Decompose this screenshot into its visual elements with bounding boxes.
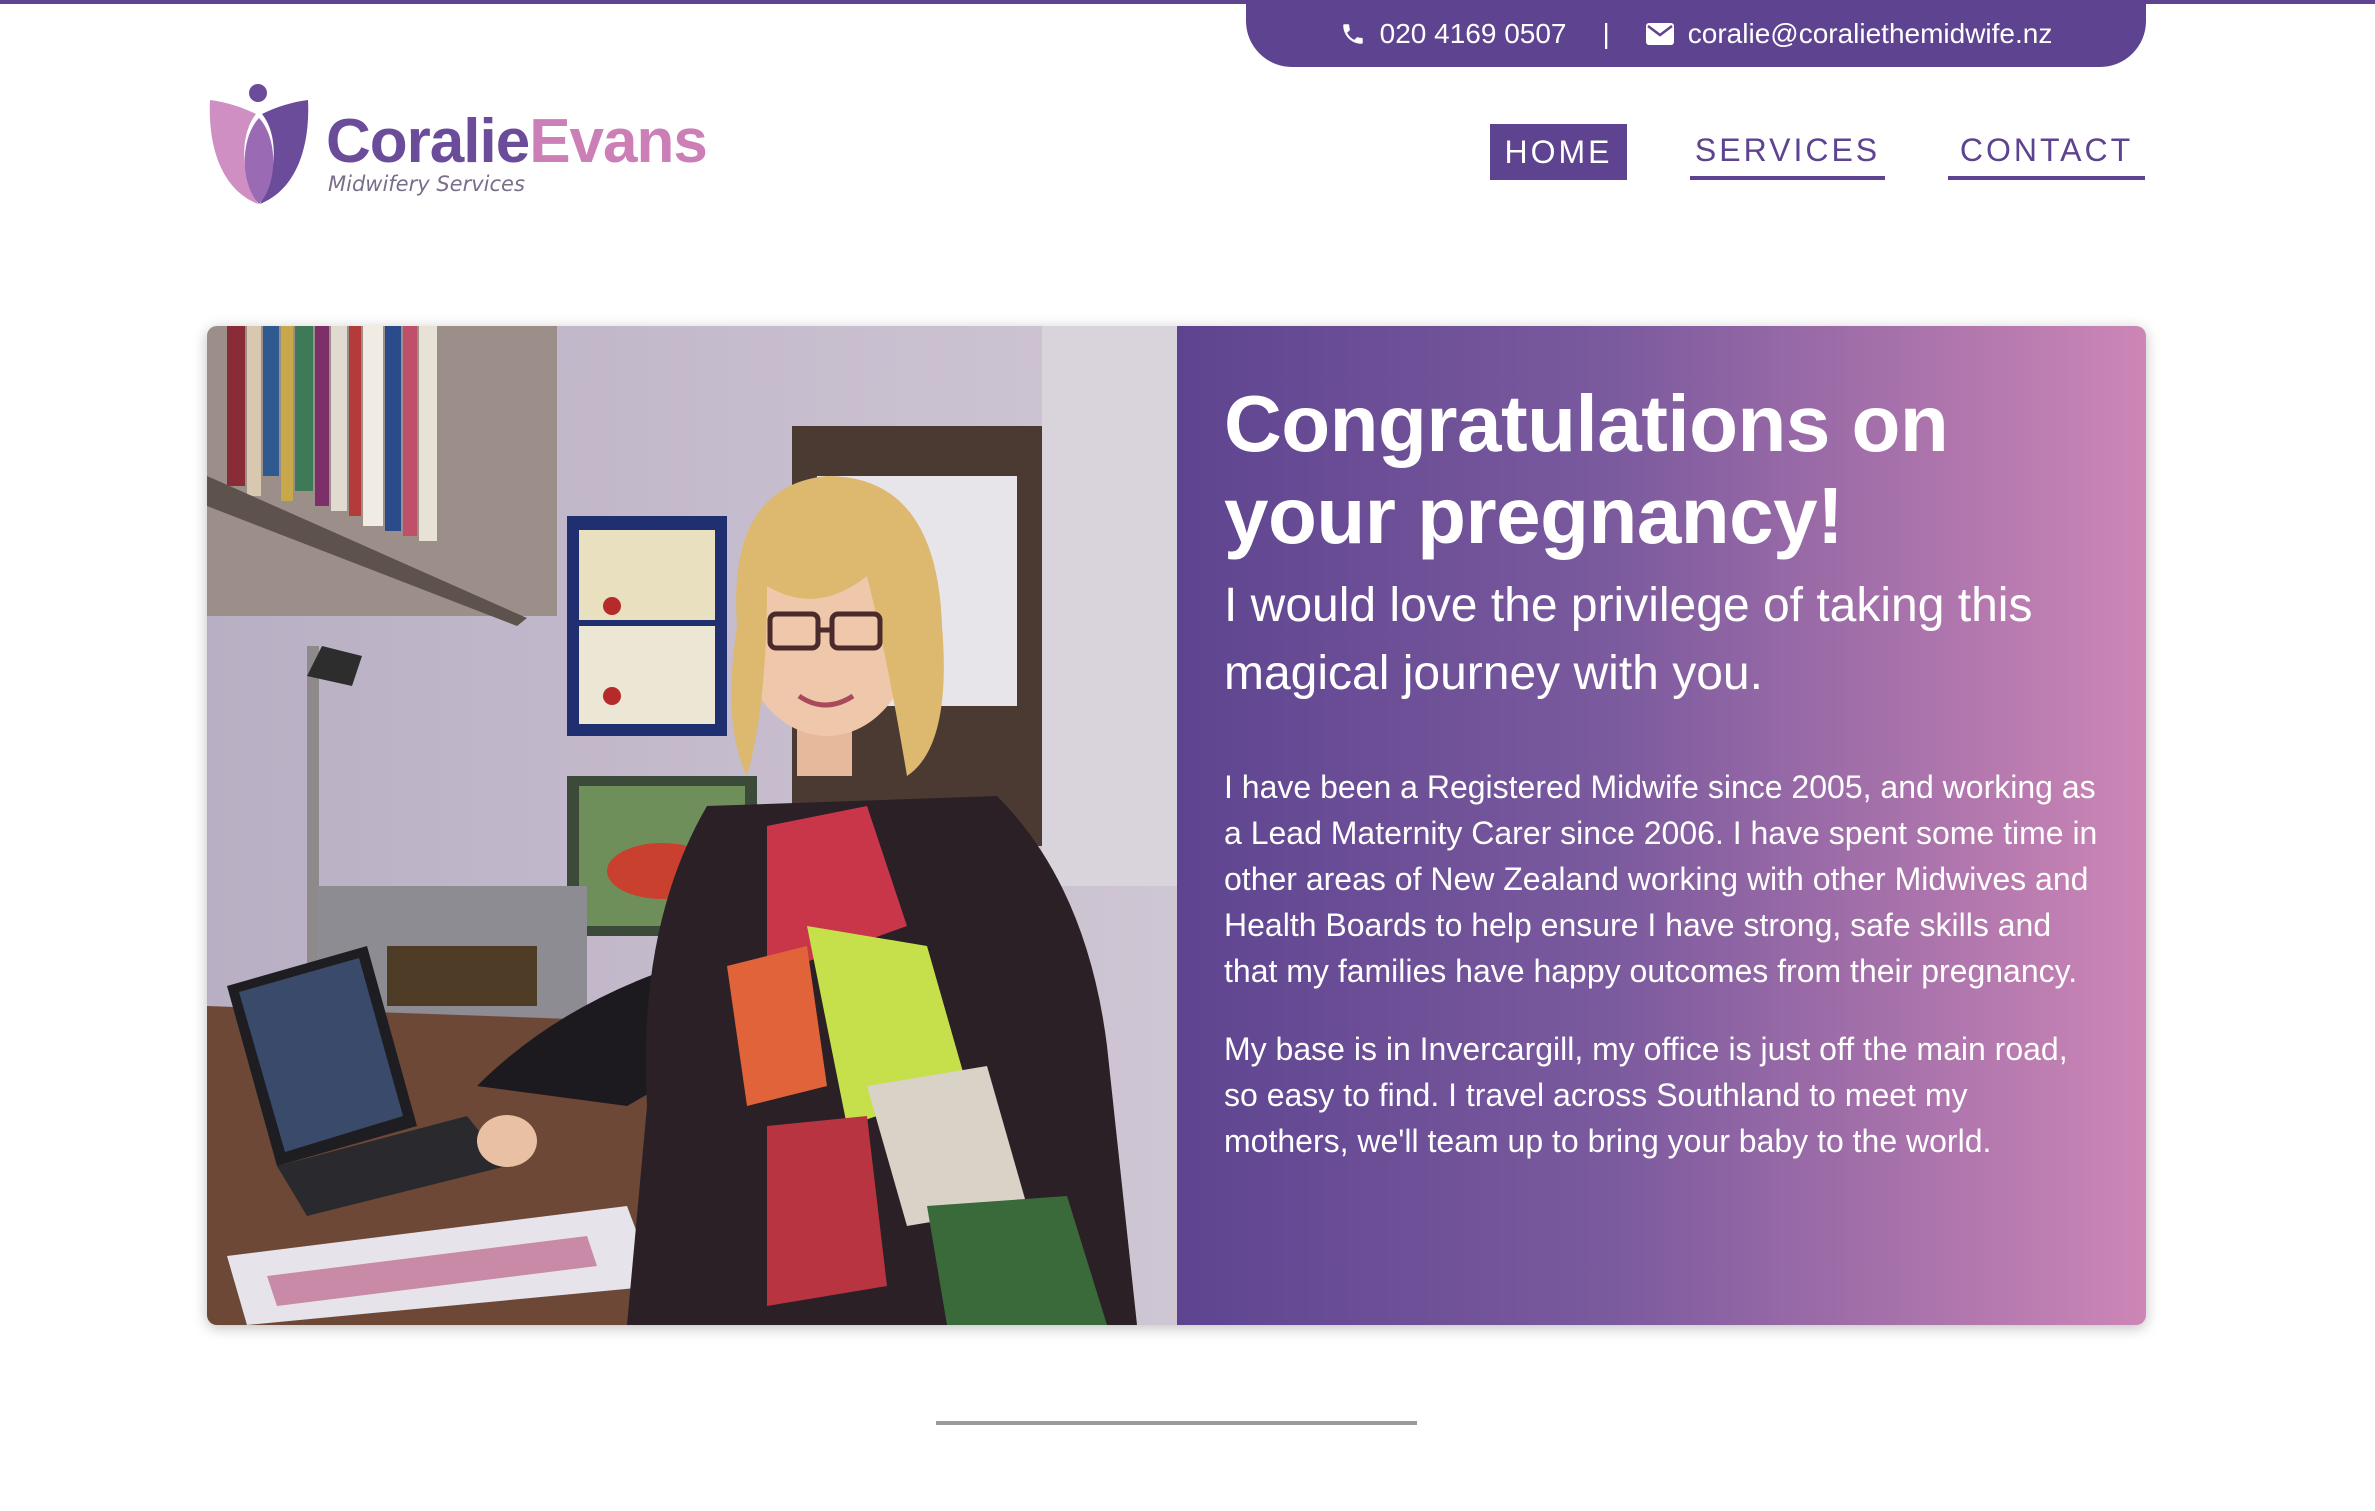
hero-title: Congratulations on your pregnancy! [1224,379,1949,560]
phone-link[interactable]: 020 4169 0507 [1340,18,1567,50]
logo-last-name: Evans [529,107,708,176]
tulip-logo-icon [209,84,309,204]
envelope-icon [1645,22,1674,45]
intro-paragraph-2: My base is in Invercargill, my office is… [1224,1031,2068,1159]
email-address: coralie@coraliethemidwife.nz [1687,17,2053,49]
logo-first-name: Coralie [326,107,530,176]
hero-subtitle: I would love the privilege of taking thi… [1224,579,2033,700]
midwife-office-photo [207,326,1177,1325]
contact-bar: 020 4169 0507 | coralie@coraliethemidwif… [1246,0,2146,67]
phone-number: 020 4169 0507 [1379,17,1567,49]
logo-tagline: Midwifery Services [328,172,525,196]
hero-card: Congratulations on your pregnancy! I wou… [207,326,2146,1325]
intro-panel: Congratulations on your pregnancy! I wou… [1177,326,2146,1325]
logo-wordmark: CoralieEvans [326,106,708,177]
intro-paragraph-1: I have been a Registered Midwife since 2… [1224,769,2098,989]
site-logo[interactable]: CoralieEvans Midwifery Services [206,80,708,210]
nav-services[interactable]: SERVICES [1690,124,1885,180]
nav-home[interactable]: HOME [1490,124,1627,180]
contact-separator: | [1602,17,1610,49]
section-divider [936,1421,1417,1425]
nav-contact[interactable]: CONTACT [1948,124,2145,180]
email-link[interactable]: coralie@coraliethemidwife.nz [1645,17,2053,50]
phone-icon [1342,23,1363,44]
